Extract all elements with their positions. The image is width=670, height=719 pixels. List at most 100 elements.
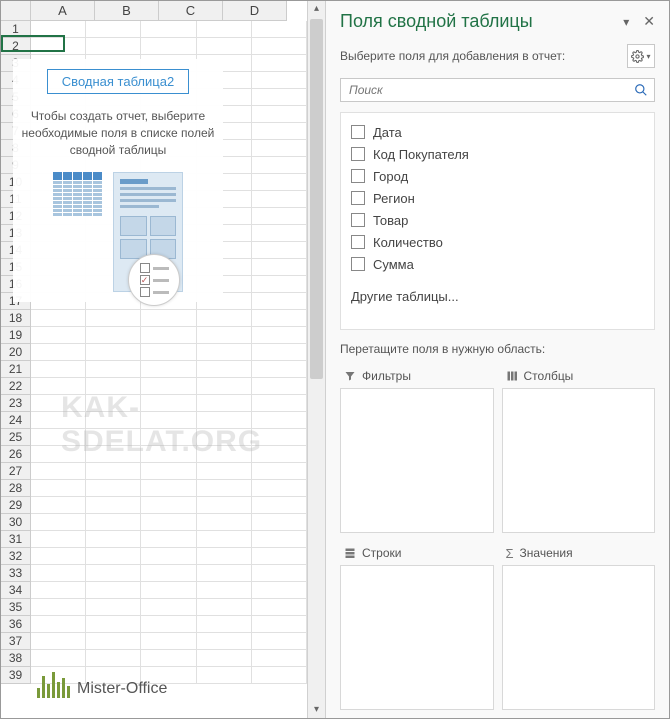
cell[interactable] <box>197 565 252 582</box>
field-item[interactable]: Дата <box>351 121 644 143</box>
cell[interactable] <box>141 310 196 327</box>
cell[interactable] <box>252 582 307 599</box>
cell[interactable] <box>252 463 307 480</box>
cell[interactable] <box>252 599 307 616</box>
cell[interactable] <box>141 616 196 633</box>
cell[interactable] <box>86 395 141 412</box>
cell[interactable] <box>31 310 86 327</box>
cell[interactable] <box>197 531 252 548</box>
cell[interactable] <box>252 548 307 565</box>
cell[interactable] <box>252 446 307 463</box>
cell[interactable] <box>252 633 307 650</box>
cell[interactable] <box>141 480 196 497</box>
row-header[interactable]: 31 <box>1 531 31 548</box>
cell[interactable] <box>141 446 196 463</box>
row-header[interactable]: 28 <box>1 480 31 497</box>
cell[interactable] <box>197 480 252 497</box>
column-header[interactable]: A <box>31 1 95 21</box>
cell[interactable] <box>31 21 86 38</box>
area-filters[interactable]: Фильтры <box>340 364 494 533</box>
cell[interactable] <box>141 344 196 361</box>
field-checkbox[interactable] <box>351 169 365 183</box>
field-item[interactable]: Сумма <box>351 253 644 275</box>
cell[interactable] <box>252 276 307 293</box>
cell[interactable] <box>252 242 307 259</box>
cell[interactable] <box>197 463 252 480</box>
column-header[interactable]: C <box>159 1 223 21</box>
cell[interactable] <box>141 497 196 514</box>
cell[interactable] <box>86 616 141 633</box>
cell[interactable] <box>31 378 86 395</box>
field-checkbox[interactable] <box>351 147 365 161</box>
row-header[interactable]: 26 <box>1 446 31 463</box>
cell[interactable] <box>86 412 141 429</box>
cell[interactable] <box>86 514 141 531</box>
row-header[interactable]: 34 <box>1 582 31 599</box>
cell[interactable] <box>252 361 307 378</box>
cell[interactable] <box>31 548 86 565</box>
cell[interactable] <box>252 531 307 548</box>
cell[interactable] <box>86 378 141 395</box>
cell[interactable] <box>141 38 196 55</box>
cell[interactable] <box>141 548 196 565</box>
cell[interactable] <box>141 531 196 548</box>
row-header[interactable]: 37 <box>1 633 31 650</box>
cell[interactable] <box>252 140 307 157</box>
row-header[interactable]: 35 <box>1 599 31 616</box>
other-tables-link[interactable]: Другие таблицы... <box>351 289 644 304</box>
area-columns[interactable]: Столбцы <box>502 364 656 533</box>
field-item[interactable]: Товар <box>351 209 644 231</box>
cell[interactable] <box>252 480 307 497</box>
cell[interactable] <box>86 344 141 361</box>
scroll-thumb[interactable] <box>310 19 323 379</box>
cell[interactable] <box>197 395 252 412</box>
cell[interactable] <box>31 463 86 480</box>
cell[interactable] <box>252 106 307 123</box>
cell[interactable] <box>197 667 252 684</box>
cell[interactable] <box>141 327 196 344</box>
cell[interactable] <box>86 480 141 497</box>
cell[interactable] <box>31 327 86 344</box>
cell[interactable] <box>197 344 252 361</box>
cell[interactable] <box>86 497 141 514</box>
cell[interactable] <box>197 429 252 446</box>
row-header[interactable]: 25 <box>1 429 31 446</box>
area-filters-drop[interactable] <box>340 388 494 533</box>
cell[interactable] <box>141 514 196 531</box>
cell[interactable] <box>197 599 252 616</box>
cell[interactable] <box>31 531 86 548</box>
row-header[interactable]: 32 <box>1 548 31 565</box>
cell[interactable] <box>141 582 196 599</box>
row-header[interactable]: 20 <box>1 344 31 361</box>
cell[interactable] <box>252 429 307 446</box>
cell[interactable] <box>252 565 307 582</box>
row-header[interactable]: 19 <box>1 327 31 344</box>
cell[interactable] <box>252 89 307 106</box>
cell[interactable] <box>86 531 141 548</box>
row-header[interactable]: 30 <box>1 514 31 531</box>
search-button[interactable] <box>628 79 654 101</box>
cell[interactable] <box>86 38 141 55</box>
field-item[interactable]: Количество <box>351 231 644 253</box>
row-header[interactable]: 21 <box>1 361 31 378</box>
cell[interactable] <box>31 650 86 667</box>
cell[interactable] <box>252 616 307 633</box>
cell[interactable] <box>31 429 86 446</box>
cell[interactable] <box>197 548 252 565</box>
cell[interactable] <box>252 21 307 38</box>
cell[interactable] <box>31 599 86 616</box>
cell[interactable] <box>252 395 307 412</box>
cell[interactable] <box>141 565 196 582</box>
cell[interactable] <box>31 395 86 412</box>
field-checkbox[interactable] <box>351 257 365 271</box>
cell[interactable] <box>252 225 307 242</box>
cell[interactable] <box>86 633 141 650</box>
scroll-up-arrow[interactable]: ▴ <box>308 1 325 17</box>
cell[interactable] <box>86 463 141 480</box>
row-header[interactable]: 23 <box>1 395 31 412</box>
search-box[interactable] <box>340 78 655 102</box>
vertical-scrollbar[interactable]: ▴ ▾ <box>307 1 325 718</box>
cell[interactable] <box>141 395 196 412</box>
cell[interactable] <box>31 582 86 599</box>
cell[interactable] <box>86 361 141 378</box>
